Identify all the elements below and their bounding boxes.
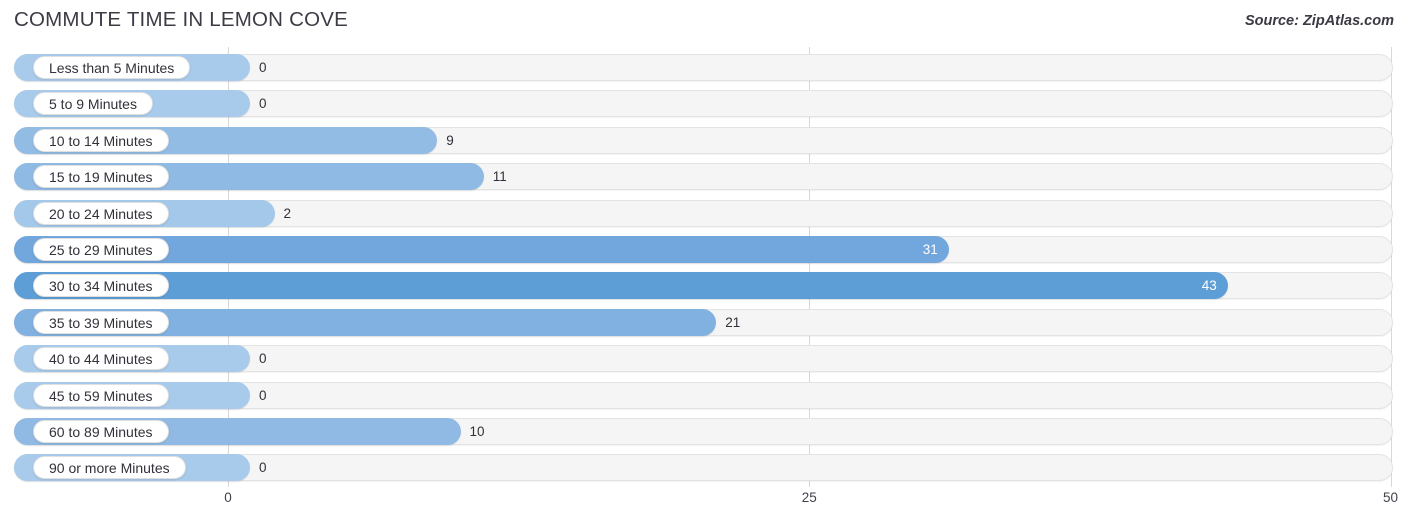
chart-plot-area: 0 Less than 5 Minutes 0 5 to 9 Minutes 9 10 t…	[0, 47, 1406, 487]
category-label: 40 to 44 Minutes	[33, 347, 169, 371]
bar-value-label: 0	[259, 351, 267, 367]
category-label: 90 or more Minutes	[33, 456, 186, 480]
bar-value-label: 0	[259, 96, 267, 112]
bar-value-label: 31	[922, 242, 938, 257]
chart-header: COMMUTE TIME IN LEMON COVE Source: ZipAt…	[0, 0, 1406, 45]
category-label: 35 to 39 Minutes	[33, 310, 169, 334]
bar-value-label: 0	[259, 460, 267, 476]
category-label: 25 to 29 Minutes	[33, 238, 169, 261]
bar-value-label: 43	[1201, 278, 1217, 294]
x-axis: 0 25 50	[0, 487, 1406, 522]
category-label: Less than 5 Minutes	[33, 56, 191, 79]
x-tick-label: 25	[801, 490, 817, 505]
category-label: 5 to 9 Minutes	[33, 92, 153, 116]
bar-value-label: 11	[492, 169, 507, 185]
bar-value-label: 10	[469, 424, 485, 439]
category-label: 30 to 34 Minutes	[33, 274, 169, 298]
category-label: 20 to 24 Minutes	[33, 201, 169, 225]
x-tick-label: 0	[224, 490, 232, 505]
source-attribution: Source: ZipAtlas.com	[1244, 13, 1394, 29]
bar-rows: 0 Less than 5 Minutes 0 5 to 9 Minutes 9 10 t…	[0, 47, 1406, 487]
page-title: COMMUTE TIME IN LEMON COVE	[14, 8, 348, 31]
bar-value-label: 9	[446, 132, 454, 148]
category-label: 60 to 89 Minutes	[33, 420, 169, 443]
category-label: 15 to 19 Minutes	[33, 165, 169, 189]
bar-value-label: 0	[259, 60, 267, 75]
category-label: 10 to 14 Minutes	[33, 128, 169, 152]
bar-fill[interactable]: 43	[14, 272, 1228, 300]
bar-value-label: 0	[259, 387, 267, 403]
category-label: 45 to 59 Minutes	[33, 383, 169, 407]
x-tick-label: 50	[1382, 490, 1399, 505]
bar-value-label: 21	[725, 314, 741, 330]
bar-value-label: 2	[283, 205, 292, 221]
